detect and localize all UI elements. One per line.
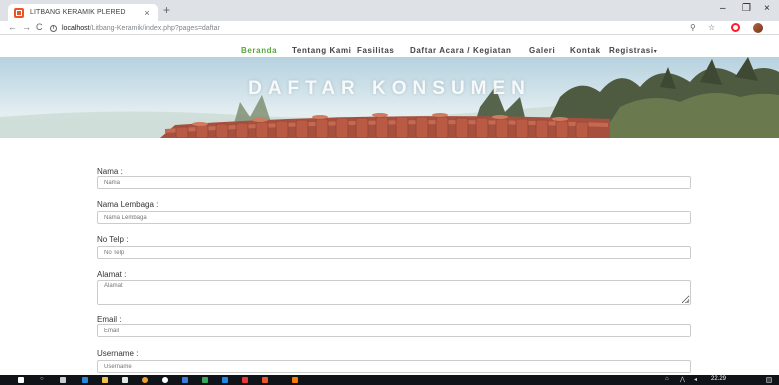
- nav-tentang-kami[interactable]: Tentang Kami: [292, 46, 352, 55]
- alamat-textarea-wrap: [97, 280, 691, 305]
- people-icon[interactable]: ⌂: [665, 376, 669, 382]
- site-navbar: Beranda Tentang Kami Fasilitas Daftar Ac…: [0, 35, 779, 57]
- zoom-icon[interactable]: ⚲: [690, 23, 696, 32]
- chrome-icon[interactable]: [162, 377, 168, 383]
- resize-handle-icon[interactable]: [685, 299, 689, 303]
- username-label: Username :: [97, 349, 139, 358]
- nama-input[interactable]: [97, 176, 691, 189]
- task-view-icon[interactable]: [60, 377, 66, 383]
- app-icon[interactable]: [222, 377, 228, 383]
- back-button[interactable]: ←: [8, 22, 17, 32]
- edge-icon[interactable]: [82, 377, 88, 383]
- nav-kontak[interactable]: Kontak: [570, 46, 601, 55]
- xampp-icon[interactable]: [262, 377, 268, 383]
- browser-toolbar: ← → C i localhost /Litbang-Keramik/index…: [0, 21, 779, 35]
- store-icon[interactable]: [122, 377, 128, 383]
- alamat-textarea[interactable]: [97, 280, 691, 305]
- alamat-label: Alamat :: [97, 270, 127, 279]
- nav-beranda[interactable]: Beranda: [241, 46, 277, 55]
- sublime-icon[interactable]: [292, 377, 298, 383]
- url-host: localhost: [62, 24, 90, 32]
- powerpoint-icon[interactable]: [242, 377, 248, 383]
- nama-lembaga-input[interactable]: [97, 211, 691, 224]
- profile-avatar[interactable]: [753, 23, 763, 33]
- tab-title: LITBANG KERAMIK PLERED: [30, 9, 126, 16]
- close-window-button[interactable]: ×: [764, 3, 770, 14]
- email-input[interactable]: [97, 324, 691, 337]
- address-bar[interactable]: i localhost /Litbang-Keramik/index.php?p…: [50, 22, 680, 34]
- firefox-icon[interactable]: [142, 377, 148, 383]
- browser-tab[interactable]: LITBANG KERAMIK PLERED ×: [8, 4, 158, 21]
- forward-button[interactable]: →: [22, 22, 31, 32]
- url-path: /Litbang-Keramik/index.php?pages=daftar: [89, 24, 220, 32]
- site-favicon-icon: [14, 7, 24, 18]
- tab-close-icon[interactable]: ×: [142, 8, 152, 18]
- nama-label: Nama :: [97, 167, 123, 176]
- maximize-button[interactable]: ❐: [742, 3, 751, 14]
- nav-registrasi-label: Registrasi: [609, 46, 654, 55]
- windows-taskbar: ○ ⌂ ⋀ ◂ 22.29: [0, 375, 779, 385]
- windows-logo-icon[interactable]: [18, 377, 24, 383]
- hero-banner: DAFTAR KONSUMEN: [0, 57, 779, 138]
- file-explorer-icon[interactable]: [102, 377, 108, 383]
- nav-registrasi[interactable]: Registrasi▾: [609, 46, 657, 55]
- bookmark-star-icon[interactable]: ☆: [708, 23, 715, 32]
- excel-icon[interactable]: [202, 377, 208, 383]
- minimize-button[interactable]: –: [720, 3, 726, 14]
- nav-fasilitas[interactable]: Fasilitas: [357, 46, 394, 55]
- search-icon[interactable]: ○: [40, 376, 44, 382]
- taskbar-clock[interactable]: 22.29: [711, 376, 726, 382]
- notification-icon[interactable]: [766, 377, 772, 383]
- new-tab-button[interactable]: +: [163, 3, 170, 17]
- chevron-down-icon: ▾: [653, 49, 658, 55]
- nav-daftar-acara[interactable]: Daftar Acara / Kegiatan: [410, 46, 512, 55]
- page-title: DAFTAR KONSUMEN: [248, 78, 531, 99]
- email-label: Email :: [97, 315, 122, 324]
- no-telp-label: No Telp :: [97, 235, 129, 244]
- volume-icon[interactable]: ◂: [694, 376, 697, 383]
- opera-extension-icon[interactable]: [731, 23, 740, 32]
- word-icon[interactable]: [182, 377, 188, 383]
- nama-lembaga-label: Nama Lembaga :: [97, 200, 159, 209]
- username-input[interactable]: [97, 360, 691, 373]
- network-icon[interactable]: ⋀: [680, 376, 685, 383]
- browser-tab-strip: LITBANG KERAMIK PLERED × + – ❐ ×: [0, 0, 779, 21]
- reload-button[interactable]: C: [36, 22, 43, 32]
- nav-galeri[interactable]: Galeri: [529, 46, 555, 55]
- site-info-icon[interactable]: i: [50, 24, 57, 32]
- no-telp-input[interactable]: [97, 246, 691, 259]
